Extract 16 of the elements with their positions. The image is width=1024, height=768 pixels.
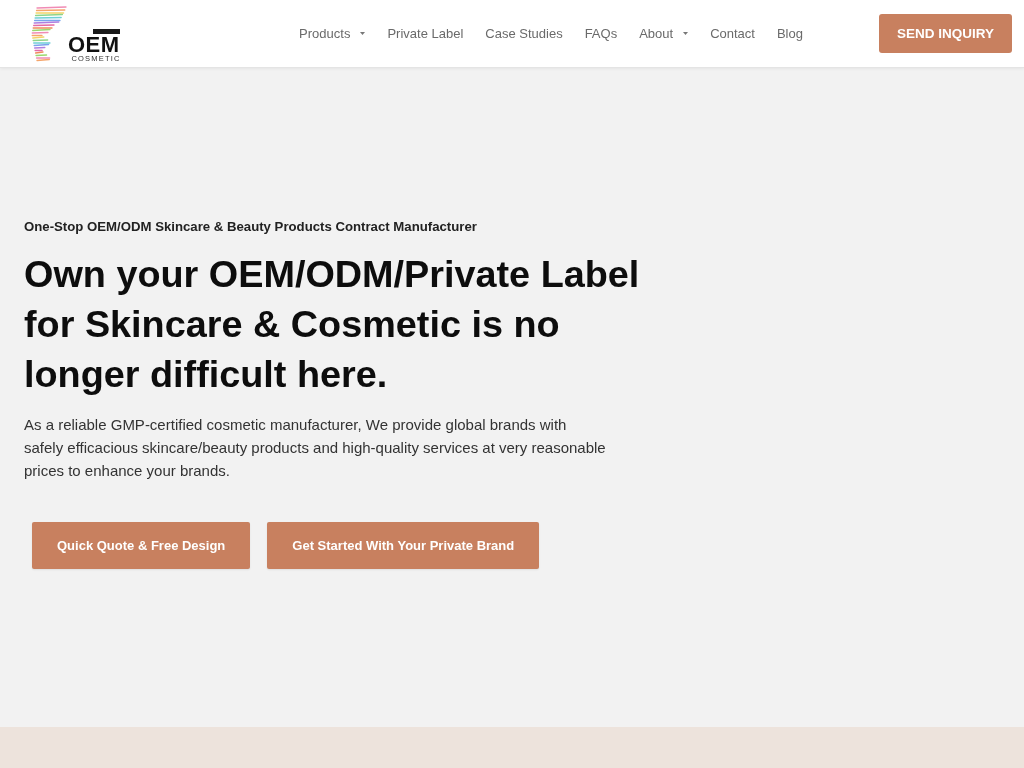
nav-link[interactable]: About [639,24,689,43]
logo-mark-icon [30,4,67,63]
nav-link[interactable]: Private Label [387,24,464,43]
logo-tag-icon [92,28,120,34]
nav-link[interactable]: FAQs [584,24,618,43]
hero-heading: Own your OEM/ODM/Private Label for Skincare & Cosmetic is no longer difficult here. [24,252,641,397]
send-inquiry-button[interactable]: SEND INQUIRY [879,14,1012,53]
hero-button[interactable]: Get Started With Your Private Brand [267,522,540,569]
nav-link[interactable]: Contact [710,24,755,43]
nav-link[interactable]: Blog [776,24,803,43]
hero-eyebrow: One-Stop OEM/ODM Skincare & Beauty Products Contract Manufacturer [24,218,477,236]
hero-button[interactable]: Quick Quote & Free Design [32,522,251,569]
nav-link[interactable]: Case Studies [485,24,563,43]
hero-description: As a reliable GMP-certified cosmetic manufacturer, We provide global brands with safely efficacious skincare/beauty products and high-quality services at very reasonable prices to enhance your brands. [24,415,606,481]
nav-link[interactable]: Products [299,24,366,43]
logo-wordmark[interactable]: OEM [68,34,120,54]
